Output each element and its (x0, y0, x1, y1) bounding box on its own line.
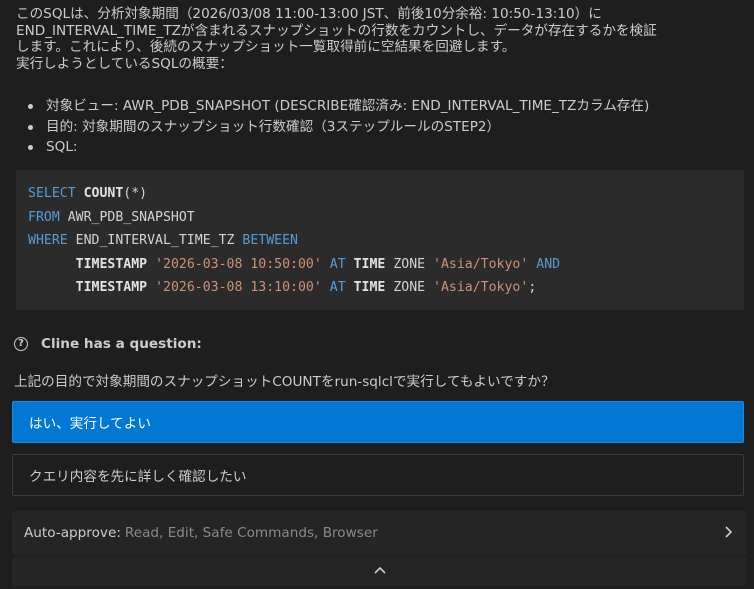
code-keyword: AND (536, 256, 561, 272)
code-function: TIME (353, 280, 386, 295)
intro-line-2: END_INTERVAL_TIME_TZが含まれるスナップショットの行数をカウン… (16, 22, 657, 39)
code-function: TIMESTAMP (75, 280, 148, 295)
option-approve-button[interactable]: はい、実行してよい (12, 401, 744, 443)
code-text: ZONE (393, 256, 426, 272)
chevron-up-icon (373, 566, 386, 574)
question-header-label: Cline has a question: (41, 336, 202, 352)
intro-line-4: 実行しようとしているSQLの概要： (16, 55, 233, 72)
code-function: COUNT (83, 186, 124, 201)
collapse-toggle-button[interactable] (12, 556, 747, 586)
intro-text: このSQLは、分析対象期間（2026/03/08 11:00-13:00 JST… (16, 6, 740, 72)
intro-line-3: します。これにより、後続のスナップショット一覧取得前に空結果を回避します。 (16, 39, 516, 55)
code-string: 'Asia/Tokyo' (433, 280, 529, 295)
code-text: END_INTERVAL_TIME_TZ (75, 233, 235, 248)
code-function: TIME (353, 256, 386, 272)
auto-approve-label: Auto-approve: (24, 525, 121, 541)
code-text: (*) (123, 186, 148, 201)
code-string: '2026-03-08 13:10:00' (155, 280, 322, 295)
cline-chat-panel: このSQLは、分析対象期間（2026/03/08 11:00-13:00 JST… (0, 0, 754, 589)
code-string: 'Asia/Tokyo' (433, 256, 529, 272)
list-item: 目的: 対象期間のスナップショット行数確認（3ステップルールのSTEP2） (24, 117, 649, 138)
code-keyword: SELECT (28, 186, 76, 201)
code-text: ZONE (393, 280, 426, 295)
sql-code-block: SELECT COUNT(*) FROM AWR_PDB_SNAPSHOT WH… (16, 170, 744, 310)
code-string: '2026-03-08 10:50:00' (155, 256, 322, 272)
option-review-button[interactable]: クエリ内容を先に詳しく確認したい (12, 454, 744, 496)
question-text: 上記の目的で対象期間のスナップショットCOUNTをrun-sqlclで実行しても… (14, 374, 555, 390)
code-keyword: FROM (28, 209, 60, 225)
auto-approve-bar[interactable]: Auto-approve: Read, Edit, Safe Commands,… (12, 511, 747, 555)
code-keyword: WHERE (28, 233, 68, 248)
code-keyword: AT (329, 280, 346, 295)
question-circle-icon: ? (14, 337, 28, 351)
code-function: TIMESTAMP (75, 256, 148, 272)
question-header: ? Cline has a question: (14, 336, 202, 352)
code-keyword: BETWEEN (242, 233, 298, 248)
auto-approve-value: Read, Edit, Safe Commands, Browser (124, 525, 378, 541)
intro-line-1: このSQLは、分析対象期間（2026/03/08 11:00-13:00 JST… (16, 6, 602, 22)
summary-list: 対象ビュー: AWR_PDB_SNAPSHOT (DESCRIBE確認済み: E… (24, 96, 649, 158)
option-review-label: クエリ内容を先に詳しく確認したい (29, 469, 247, 485)
option-approve-label: はい、実行してよい (29, 416, 151, 432)
list-item: SQL: (24, 137, 649, 158)
code-text: AWR_PDB_SNAPSHOT (67, 209, 195, 225)
chevron-right-icon (725, 526, 733, 538)
code-text: ; (528, 280, 537, 295)
list-item: 対象ビュー: AWR_PDB_SNAPSHOT (DESCRIBE確認済み: E… (24, 96, 649, 117)
code-keyword: AT (329, 256, 346, 272)
